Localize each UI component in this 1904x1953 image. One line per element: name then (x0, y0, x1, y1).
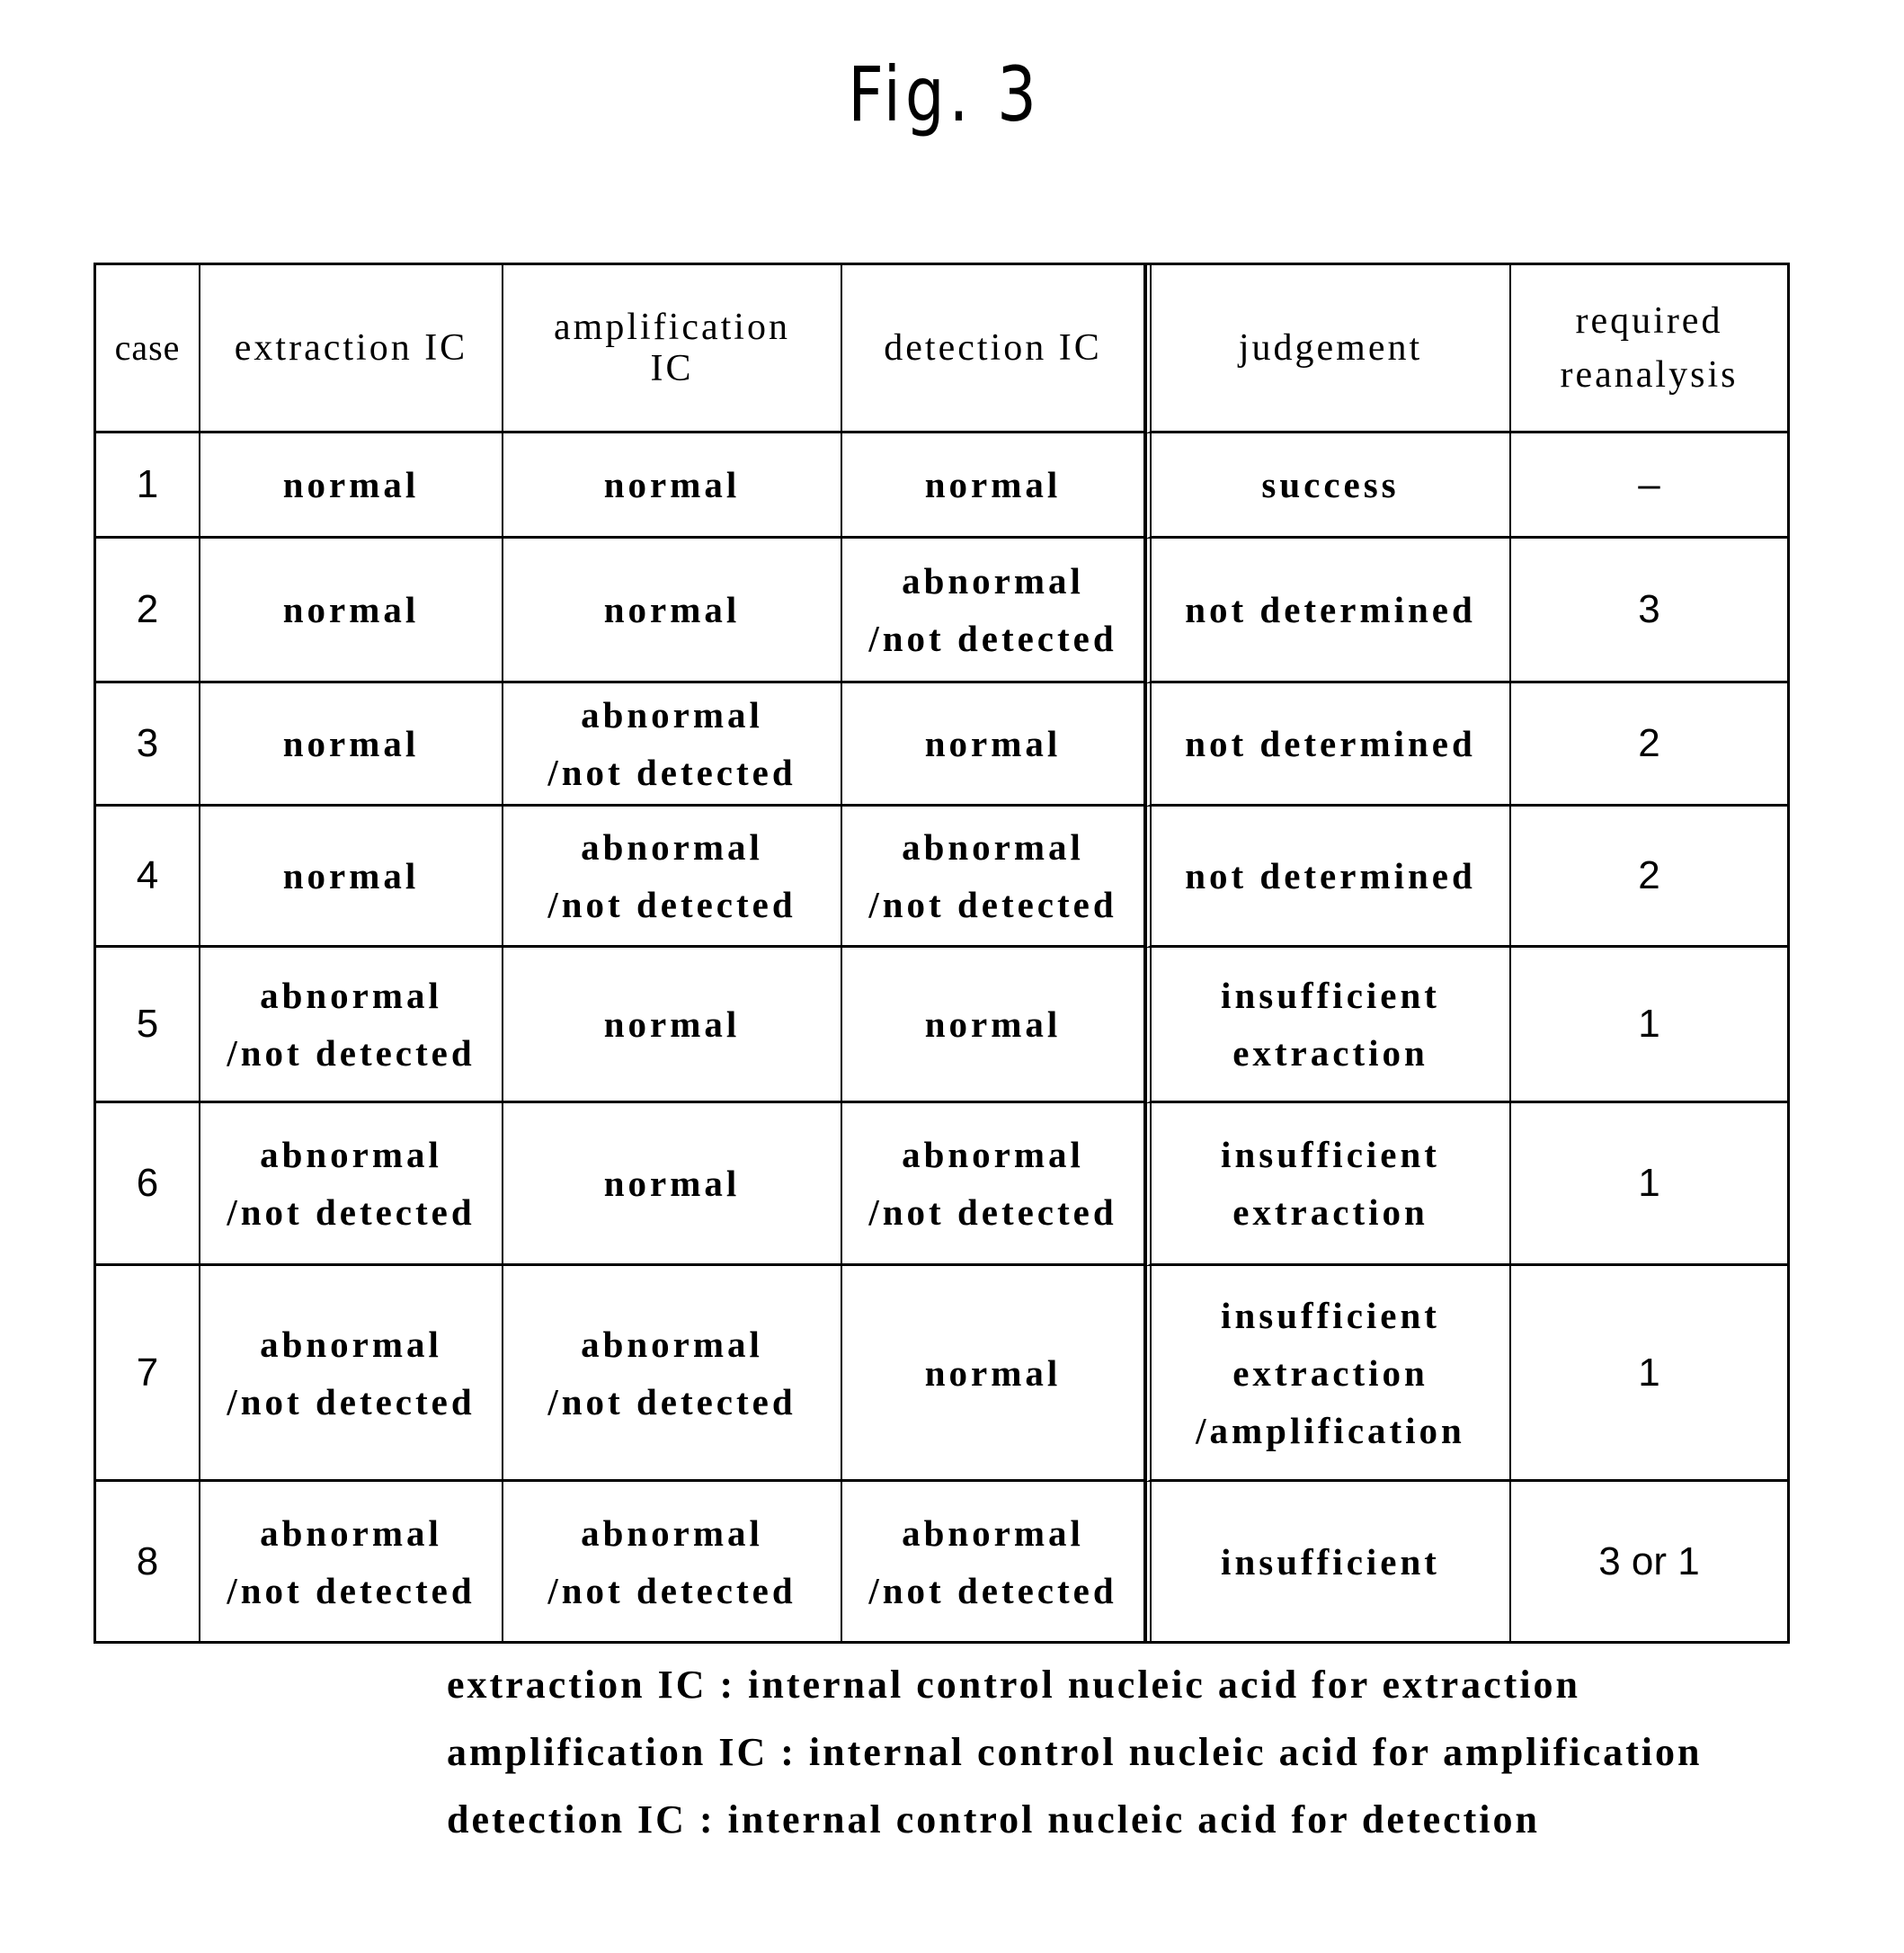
table-cell-amplification-ic: abnormal /not detected (503, 1482, 842, 1641)
table-cell-required-reanalysis: 2 (1511, 807, 1787, 948)
table-cell-judgement: insufficient extraction /amplification (1145, 1266, 1511, 1482)
table-cell-judgement: not determined (1145, 539, 1511, 683)
header-extraction-ic: extraction IC (200, 265, 503, 433)
table-cell-extraction-ic: normal (200, 683, 503, 807)
table-cell-amplification-ic: normal (503, 539, 842, 683)
legend-detection-ic: detection IC : internal control nucleic … (447, 1797, 1540, 1842)
table-cell-case: 8 (96, 1482, 200, 1641)
header-amplification-ic: amplification IC (503, 265, 842, 433)
abbreviation-legend: extraction IC : internal control nucleic… (447, 1651, 1703, 1853)
table-cell-judgement: insufficient extraction (1145, 1103, 1511, 1266)
table-cell-judgement: not determined (1145, 683, 1511, 807)
table-cell-required-reanalysis: 1 (1511, 1266, 1787, 1482)
ic-judgement-table: case extraction IC amplification IC dete… (93, 263, 1790, 1644)
table-cell-detection-ic: normal (842, 948, 1145, 1103)
table-cell-amplification-ic: abnormal /not detected (503, 1266, 842, 1482)
table-cell-case: 2 (96, 539, 200, 683)
table-cell-judgement: not determined (1145, 807, 1511, 948)
header-required-reanalysis: required reanalysis (1511, 265, 1787, 433)
table-cell-case: 3 (96, 683, 200, 807)
table-cell-detection-ic: normal (842, 1266, 1145, 1482)
legend-amplification-ic: amplification IC : internal control nucl… (447, 1730, 1703, 1774)
table-cell-judgement: insufficient (1145, 1482, 1511, 1641)
table-cell-detection-ic: abnormal /not detected (842, 1103, 1145, 1266)
figure-title: Fig. 3 (848, 50, 1041, 138)
table-cell-judgement: insufficient extraction (1145, 948, 1511, 1103)
table-cell-judgement: success (1145, 433, 1511, 539)
table-cell-extraction-ic: abnormal /not detected (200, 1266, 503, 1482)
table-cell-detection-ic: abnormal /not detected (842, 1482, 1145, 1641)
table-cell-detection-ic: abnormal /not detected (842, 539, 1145, 683)
table-cell-required-reanalysis: 3 (1511, 539, 1787, 683)
header-detection-ic: detection IC (842, 265, 1145, 433)
header-case: case (96, 265, 200, 433)
table-cell-amplification-ic: abnormal /not detected (503, 807, 842, 948)
table-cell-extraction-ic: normal (200, 433, 503, 539)
table-cell-extraction-ic: abnormal /not detected (200, 1103, 503, 1266)
table-cell-extraction-ic: abnormal /not detected (200, 1482, 503, 1641)
table-cell-amplification-ic: abnormal /not detected (503, 683, 842, 807)
table-cell-amplification-ic: normal (503, 1103, 842, 1266)
table-cell-case: 6 (96, 1103, 200, 1266)
table-cell-required-reanalysis: – (1511, 433, 1787, 539)
table-cell-required-reanalysis: 1 (1511, 948, 1787, 1103)
table-cell-case: 7 (96, 1266, 200, 1482)
table-cell-case: 5 (96, 948, 200, 1103)
table-cell-required-reanalysis: 3 or 1 (1598, 1538, 1700, 1583)
table-cell-case: 4 (96, 807, 200, 948)
table-cell-amplification-ic: normal (503, 948, 842, 1103)
table-cell-detection-ic: normal (842, 433, 1145, 539)
table-cell-extraction-ic: normal (200, 807, 503, 948)
table-cell-extraction-ic: abnormal /not detected (200, 948, 503, 1103)
table-cell-detection-ic: normal (842, 683, 1145, 807)
table-cell-required-reanalysis: 1 (1511, 1103, 1787, 1266)
table-cell-extraction-ic: normal (200, 539, 503, 683)
table-cell-amplification-ic: normal (503, 433, 842, 539)
table-cell-required-reanalysis: 2 (1511, 683, 1787, 807)
legend-extraction-ic: extraction IC : internal control nucleic… (447, 1663, 1581, 1707)
header-judgement: judgement (1145, 265, 1511, 433)
table-cell-case: 1 (96, 433, 200, 539)
table-cell-detection-ic: abnormal /not detected (842, 807, 1145, 948)
